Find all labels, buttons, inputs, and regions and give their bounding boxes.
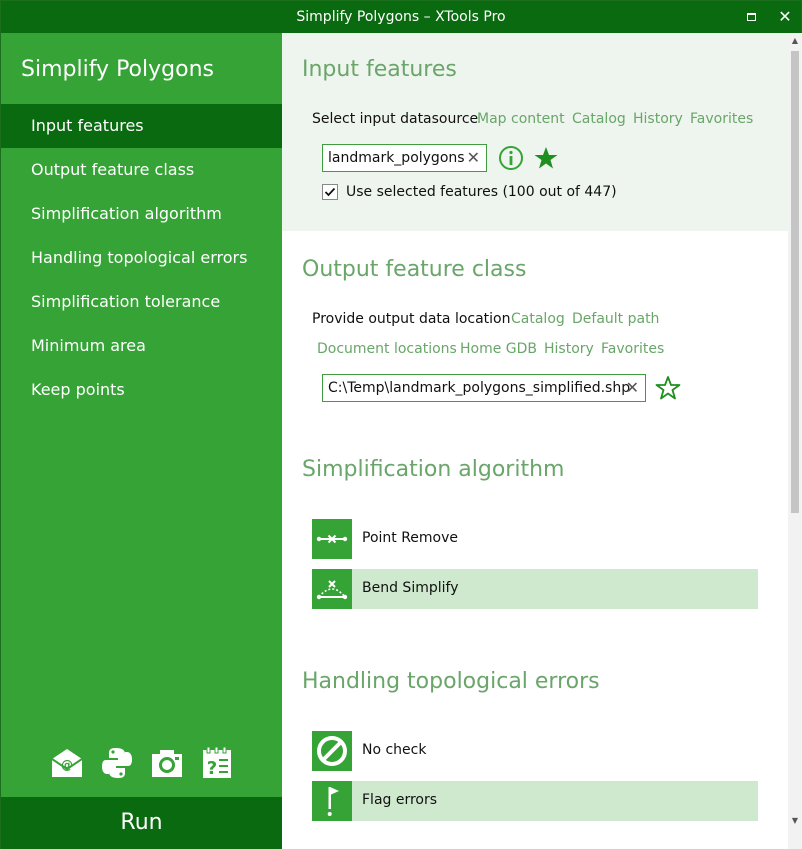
info-icon [499, 146, 523, 170]
input-datasource-field[interactable]: landmark_polygons ✕ [322, 144, 487, 172]
output-link-document-locations[interactable]: Document locations [317, 341, 457, 357]
output-location-label: Provide output data location [312, 311, 511, 327]
output-location-value: C:\Temp\landmark_polygons_simplified.shp [328, 380, 631, 396]
app-window: Simplify Polygons – XTools Pro ✕ Simplif… [0, 0, 802, 849]
bend-simplify-icon [312, 569, 352, 609]
sidebar-item-minimum-area[interactable]: Minimum area [1, 324, 282, 368]
input-datasource-label: Select input datasource [312, 111, 479, 127]
output-link-home-gdb[interactable]: Home GDB [460, 341, 537, 357]
window-title: Simplify Polygons – XTools Pro [296, 9, 506, 25]
input-datasource-value: landmark_polygons [328, 150, 465, 166]
topology-option-flag-errors[interactable]: Flag errors [312, 781, 758, 821]
sidebar-item-output-feature-class[interactable]: Output feature class [1, 148, 282, 192]
output-feature-class-title: Output feature class [302, 257, 527, 282]
use-selected-label: Use selected features (100 out of 447) [346, 184, 617, 200]
algorithm-label-point-remove: Point Remove [362, 530, 459, 546]
flag-icon [312, 781, 352, 821]
python-button[interactable] [99, 745, 135, 781]
output-link-history[interactable]: History [544, 341, 594, 357]
algorithm-label-bend-simplify: Bend Simplify [362, 580, 459, 596]
no-check-icon [312, 731, 352, 771]
clear-output-icon[interactable]: ✕ [626, 375, 639, 401]
sidebar-item-simplification-algorithm[interactable]: Simplification algorithm [1, 192, 282, 236]
email-icon: @ [51, 749, 83, 777]
sidebar-item-input-features[interactable]: Input features [1, 104, 282, 148]
close-button[interactable]: ✕ [775, 7, 795, 27]
input-info-button[interactable] [498, 145, 524, 171]
sidebar-item-handling-topological-errors[interactable]: Handling topological errors [1, 236, 282, 280]
topology-option-no-check[interactable]: No check [312, 731, 758, 771]
maximize-button[interactable] [741, 7, 761, 27]
star-outline-icon [655, 376, 681, 400]
clear-input-icon[interactable]: ✕ [467, 145, 480, 171]
run-button[interactable]: Run [1, 797, 282, 849]
scroll-thumb[interactable] [791, 51, 799, 513]
algorithm-option-point-remove[interactable]: Point Remove [312, 519, 758, 559]
sidebar: Simplify Polygons Input features Output … [1, 33, 282, 849]
help-icon: ? [203, 746, 231, 779]
sidebar-item-keep-points[interactable]: Keep points [1, 368, 282, 412]
scroll-down-icon[interactable]: ▼ [788, 813, 802, 829]
input-link-history[interactable]: History [633, 111, 683, 127]
checkmark-icon [324, 187, 336, 197]
simplification-algorithm-title: Simplification algorithm [302, 457, 565, 482]
output-link-catalog[interactable]: Catalog [511, 311, 565, 327]
sidebar-nav: Input features Output feature class Simp… [1, 104, 282, 412]
topology-label-flag-errors: Flag errors [362, 792, 438, 808]
input-link-map-content[interactable]: Map content [477, 111, 565, 127]
topology-label-no-check: No check [362, 742, 427, 758]
algorithm-option-bend-simplify[interactable]: Bend Simplify [312, 569, 758, 609]
scroll-up-icon[interactable]: ▲ [788, 33, 802, 49]
point-remove-icon [312, 519, 352, 559]
sidebar-title: Simplify Polygons [21, 57, 214, 82]
output-link-favorites[interactable]: Favorites [601, 341, 664, 357]
output-favorite-button[interactable] [655, 375, 681, 401]
vertical-scrollbar[interactable]: ▲ ▼ [788, 33, 802, 849]
help-button[interactable]: ? [199, 745, 235, 781]
input-link-favorites[interactable]: Favorites [690, 111, 753, 127]
python-icon [102, 748, 132, 778]
input-features-section: Input features Select input datasource M… [282, 33, 788, 231]
input-features-title: Input features [302, 57, 457, 82]
main-panel: Input features Select input datasource M… [282, 33, 788, 849]
use-selected-checkbox[interactable] [322, 184, 338, 200]
title-bar: Simplify Polygons – XTools Pro ✕ [1, 1, 801, 33]
output-location-field[interactable]: C:\Temp\landmark_polygons_simplified.shp… [322, 374, 646, 402]
output-link-default-path[interactable]: Default path [572, 311, 659, 327]
maximize-icon [746, 13, 756, 21]
screenshot-button[interactable] [149, 745, 185, 781]
svg-text:@: @ [61, 758, 73, 772]
sidebar-tools: @ ? [49, 745, 249, 781]
email-button[interactable]: @ [49, 745, 85, 781]
input-link-catalog[interactable]: Catalog [572, 111, 626, 127]
svg-text:?: ? [207, 758, 217, 779]
star-filled-icon [534, 147, 558, 169]
topological-errors-title: Handling topological errors [302, 669, 600, 694]
input-favorite-button[interactable] [533, 145, 559, 171]
camera-icon [152, 750, 182, 777]
sidebar-item-simplification-tolerance[interactable]: Simplification tolerance [1, 280, 282, 324]
close-icon: ✕ [778, 7, 792, 26]
